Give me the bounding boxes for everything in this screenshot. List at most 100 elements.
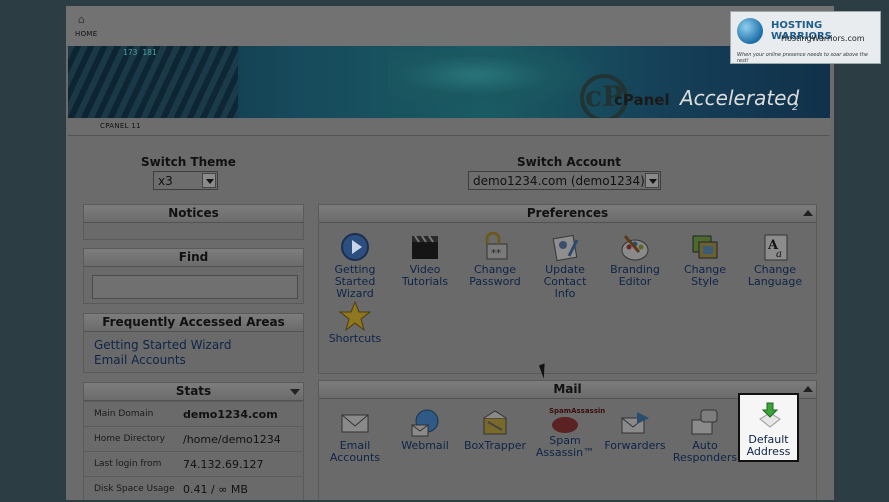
- switch-account-select[interactable]: demo1234.com (demo1234): [468, 171, 661, 190]
- mail-spam-assassin[interactable]: SpamAssassin Spam Assassin™: [532, 403, 606, 459]
- frequent-title: Frequently Accessed Areas: [84, 314, 303, 332]
- stat-value: demo1234.com: [183, 408, 278, 421]
- preferences-panel: Preferences Getting Started Wizard Video…: [318, 204, 817, 374]
- envelope-icon: [339, 408, 371, 438]
- stats-panel: Stats Main Domain demo1234.com Home Dire…: [83, 382, 304, 500]
- mail-label: Auto Responders: [672, 439, 738, 464]
- pref-label: Branding Editor: [610, 263, 660, 288]
- globe-icon: [737, 18, 763, 44]
- mail-title-text: Mail: [553, 382, 582, 396]
- stat-row: Main Domain demo1234.com: [84, 401, 302, 427]
- collapse-arrow-icon[interactable]: [803, 210, 813, 216]
- mail-email-accounts[interactable]: Email Accounts: [322, 408, 388, 464]
- stats-title: Stats: [84, 383, 303, 401]
- mail-boxtrapper[interactable]: BoxTrapper: [462, 408, 528, 452]
- mail-auto-responders[interactable]: Auto Responders: [672, 408, 738, 464]
- hosting-warriors-logo: HOSTING WARRIORS HostingWarriors.com Whe…: [730, 11, 881, 64]
- pref-video-tutorials[interactable]: Video Tutorials: [392, 232, 458, 288]
- pref-change-password[interactable]: ** Change Password: [462, 231, 528, 288]
- hosting-logo-site: HostingWarriors.com: [781, 34, 865, 43]
- clapperboard-icon: [409, 232, 441, 262]
- preferences-title-text: Preferences: [526, 206, 609, 220]
- frequent-link-email[interactable]: Email Accounts: [94, 353, 186, 367]
- spamassassin-badge: SpamAssassin: [549, 407, 606, 415]
- svg-text:a: a: [776, 249, 782, 260]
- mail-label: Email Accounts: [329, 439, 381, 464]
- paint-palette-icon: [619, 232, 651, 262]
- contact-card-icon: [549, 232, 581, 262]
- star-icon: [338, 300, 372, 332]
- stats-title-text: Stats: [175, 384, 212, 398]
- stat-value: 0.41 / ∞ MB: [183, 483, 248, 496]
- switch-theme-value: x3: [158, 174, 173, 188]
- pref-label: Change Language: [747, 263, 803, 288]
- mail-forwarders[interactable]: Forwarders: [602, 408, 668, 452]
- autoresponder-icon: [689, 408, 721, 438]
- stat-key: Home Directory: [94, 434, 165, 444]
- lock-icon: **: [479, 231, 511, 262]
- world-map-graphic: [388, 52, 608, 110]
- stat-key: Disk Space Usage: [94, 484, 175, 494]
- find-title: Find: [84, 249, 303, 267]
- cpanel-accelerated: Accelerated: [680, 86, 800, 110]
- stat-value: /home/demo1234: [183, 433, 281, 446]
- switch-account-value: demo1234.com (demo1234): [473, 174, 645, 188]
- svg-text:**: **: [491, 248, 501, 259]
- mail-webmail[interactable]: Webmail: [392, 408, 458, 452]
- preferences-title: Preferences: [319, 205, 816, 223]
- pref-change-language[interactable]: Aa Change Language: [742, 232, 808, 288]
- notices-panel: Notices: [83, 204, 304, 240]
- pref-label: Getting Started Wizard: [334, 263, 376, 300]
- pref-getting-started-wizard[interactable]: Getting Started Wizard: [322, 232, 388, 300]
- pref-label: Update Contact Info: [543, 263, 587, 300]
- find-input[interactable]: [92, 275, 298, 299]
- mail-label: Webmail: [401, 439, 449, 452]
- pref-label: Change Style: [683, 263, 727, 288]
- breadcrumb[interactable]: CPANEL 11: [100, 122, 141, 130]
- stat-row: Last login from 74.132.69.127: [84, 451, 302, 477]
- forward-arrow-icon: [619, 408, 651, 438]
- stat-key: Last login from: [94, 459, 162, 469]
- cpanel-banner: 173 181 cP cPanel Accelerated 2: [68, 46, 830, 118]
- stat-row: Disk Space Usage 0.41 / ∞ MB: [84, 476, 302, 502]
- chevron-down-icon[interactable]: [202, 173, 216, 188]
- mail-label: Forwarders: [604, 439, 666, 452]
- frequent-panel: Frequently Accessed Areas Getting Starte…: [83, 313, 304, 373]
- cpanel-brand: cPanel: [614, 91, 670, 109]
- top-bar: ⌂ HOME: [66, 6, 834, 46]
- boxtrapper-icon: [479, 408, 511, 438]
- pref-change-style[interactable]: Change Style: [672, 232, 738, 288]
- mail-label: Default Address: [746, 433, 791, 458]
- spamassassin-icon: SpamAssassin: [549, 403, 606, 433]
- collapse-arrow-icon[interactable]: [803, 386, 813, 392]
- collapse-arrow-icon[interactable]: [290, 389, 300, 395]
- notices-title: Notices: [84, 205, 303, 223]
- find-panel: Find: [83, 248, 304, 304]
- switch-theme-select[interactable]: x3: [153, 171, 218, 190]
- cpanel-version: 2: [792, 102, 799, 113]
- chevron-down-icon[interactable]: [645, 173, 659, 188]
- pref-shortcuts[interactable]: Shortcuts: [322, 300, 388, 345]
- pref-label: Shortcuts: [328, 332, 382, 345]
- pref-label: Video Tutorials: [401, 263, 449, 288]
- mail-default-address-highlight[interactable]: Default Address: [738, 393, 799, 462]
- stat-row: Home Directory /home/demo1234: [84, 426, 302, 452]
- switch-theme-label: Switch Theme: [141, 155, 236, 169]
- mail-label: BoxTrapper: [463, 439, 527, 452]
- hosting-logo-tagline: When your online presence needs to soar …: [737, 52, 868, 64]
- stat-value: 74.132.69.127: [183, 458, 264, 471]
- breadcrumb-bar: CPANEL 11: [68, 119, 830, 136]
- banner-digits: 173 181: [123, 48, 157, 57]
- frequent-link-wizard[interactable]: Getting Started Wizard: [94, 338, 232, 352]
- pref-label: Change Password: [469, 263, 521, 288]
- home-link[interactable]: HOME: [75, 30, 97, 38]
- pref-branding-editor[interactable]: Branding Editor: [602, 232, 668, 288]
- download-arrow-icon: [754, 401, 786, 435]
- language-icon: Aa: [759, 232, 791, 262]
- webmail-globe-icon: [409, 408, 441, 438]
- stat-key: Main Domain: [94, 409, 154, 419]
- pref-update-contact-info[interactable]: Update Contact Info: [532, 232, 598, 300]
- play-icon: [339, 232, 371, 262]
- style-icon: [689, 232, 721, 262]
- home-icon[interactable]: ⌂: [78, 14, 90, 26]
